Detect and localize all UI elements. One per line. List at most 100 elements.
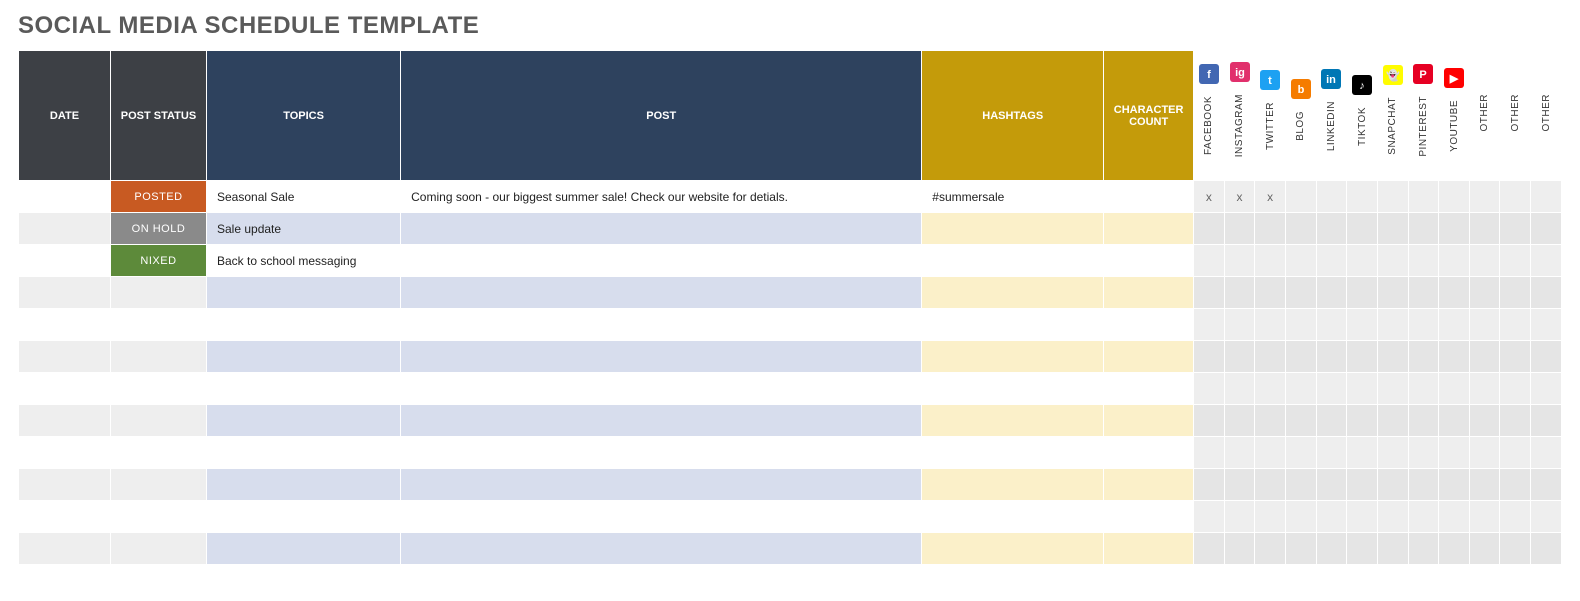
cell-hashtags[interactable]: [922, 469, 1104, 501]
cell-topics[interactable]: [207, 309, 401, 341]
cell-platform-other1[interactable]: [1469, 469, 1500, 501]
cell-platform-youtube[interactable]: [1439, 245, 1470, 277]
cell-platform-facebook[interactable]: [1194, 437, 1225, 469]
cell-platform-snapchat[interactable]: [1377, 373, 1408, 405]
cell-platform-pinterest[interactable]: [1408, 341, 1439, 373]
cell-platform-linkedin[interactable]: [1316, 309, 1347, 341]
cell-platform-pinterest[interactable]: [1408, 501, 1439, 533]
cell-platform-other1[interactable]: [1469, 309, 1500, 341]
cell-platform-other1[interactable]: [1469, 213, 1500, 245]
cell-platform-other1[interactable]: [1469, 373, 1500, 405]
cell-platform-instagram[interactable]: [1224, 373, 1255, 405]
cell-status[interactable]: [110, 277, 206, 309]
cell-platform-snapchat[interactable]: [1377, 245, 1408, 277]
cell-platform-facebook[interactable]: [1194, 245, 1225, 277]
cell-platform-linkedin[interactable]: [1316, 373, 1347, 405]
cell-platform-blog[interactable]: [1286, 245, 1317, 277]
cell-status[interactable]: NIXED: [110, 245, 206, 277]
cell-count[interactable]: [1104, 309, 1194, 341]
cell-post[interactable]: [401, 533, 922, 565]
cell-status[interactable]: [110, 341, 206, 373]
cell-count[interactable]: [1104, 437, 1194, 469]
cell-status[interactable]: [110, 469, 206, 501]
cell-platform-instagram[interactable]: [1224, 309, 1255, 341]
cell-platform-other3[interactable]: [1531, 373, 1562, 405]
cell-platform-tiktok[interactable]: [1347, 405, 1378, 437]
cell-platform-other2[interactable]: [1500, 213, 1531, 245]
cell-post[interactable]: [401, 309, 922, 341]
cell-post[interactable]: [401, 437, 922, 469]
cell-platform-snapchat[interactable]: [1377, 213, 1408, 245]
cell-platform-linkedin[interactable]: [1316, 245, 1347, 277]
cell-platform-youtube[interactable]: [1439, 277, 1470, 309]
cell-platform-other3[interactable]: [1531, 181, 1562, 213]
cell-date[interactable]: [19, 245, 111, 277]
cell-platform-other3[interactable]: [1531, 469, 1562, 501]
cell-platform-other2[interactable]: [1500, 533, 1531, 565]
cell-platform-tiktok[interactable]: [1347, 469, 1378, 501]
cell-count[interactable]: [1104, 469, 1194, 501]
cell-platform-other2[interactable]: [1500, 181, 1531, 213]
cell-platform-other2[interactable]: [1500, 245, 1531, 277]
cell-count[interactable]: [1104, 405, 1194, 437]
cell-platform-instagram[interactable]: [1224, 245, 1255, 277]
cell-status[interactable]: [110, 309, 206, 341]
cell-count[interactable]: [1104, 181, 1194, 213]
cell-platform-blog[interactable]: [1286, 213, 1317, 245]
cell-platform-facebook[interactable]: [1194, 373, 1225, 405]
cell-platform-other3[interactable]: [1531, 501, 1562, 533]
cell-platform-linkedin[interactable]: [1316, 213, 1347, 245]
cell-platform-twitter[interactable]: [1255, 245, 1286, 277]
cell-platform-linkedin[interactable]: [1316, 405, 1347, 437]
cell-platform-tiktok[interactable]: [1347, 181, 1378, 213]
cell-platform-youtube[interactable]: [1439, 437, 1470, 469]
cell-platform-blog[interactable]: [1286, 309, 1317, 341]
cell-platform-linkedin[interactable]: [1316, 181, 1347, 213]
cell-platform-facebook[interactable]: [1194, 533, 1225, 565]
cell-platform-linkedin[interactable]: [1316, 437, 1347, 469]
cell-platform-pinterest[interactable]: [1408, 469, 1439, 501]
cell-platform-other1[interactable]: [1469, 405, 1500, 437]
cell-platform-blog[interactable]: [1286, 405, 1317, 437]
cell-platform-other3[interactable]: [1531, 245, 1562, 277]
cell-platform-other1[interactable]: [1469, 437, 1500, 469]
cell-platform-twitter[interactable]: [1255, 501, 1286, 533]
cell-post[interactable]: Coming soon - our biggest summer sale! C…: [401, 181, 922, 213]
cell-platform-facebook[interactable]: [1194, 309, 1225, 341]
cell-post[interactable]: [401, 501, 922, 533]
cell-platform-twitter[interactable]: [1255, 533, 1286, 565]
cell-platform-instagram[interactable]: [1224, 277, 1255, 309]
cell-date[interactable]: [19, 309, 111, 341]
cell-hashtags[interactable]: [922, 341, 1104, 373]
cell-platform-facebook[interactable]: [1194, 469, 1225, 501]
cell-platform-tiktok[interactable]: [1347, 437, 1378, 469]
cell-hashtags[interactable]: [922, 437, 1104, 469]
cell-topics[interactable]: Sale update: [207, 213, 401, 245]
cell-platform-linkedin[interactable]: [1316, 533, 1347, 565]
cell-platform-other3[interactable]: [1531, 533, 1562, 565]
cell-platform-instagram[interactable]: [1224, 341, 1255, 373]
cell-platform-instagram[interactable]: [1224, 469, 1255, 501]
cell-post[interactable]: [401, 373, 922, 405]
cell-date[interactable]: [19, 213, 111, 245]
cell-hashtags[interactable]: [922, 309, 1104, 341]
cell-platform-blog[interactable]: [1286, 373, 1317, 405]
cell-platform-twitter[interactable]: [1255, 469, 1286, 501]
cell-platform-other1[interactable]: [1469, 501, 1500, 533]
cell-platform-twitter[interactable]: [1255, 341, 1286, 373]
cell-topics[interactable]: Back to school messaging: [207, 245, 401, 277]
cell-platform-other3[interactable]: [1531, 341, 1562, 373]
cell-platform-linkedin[interactable]: [1316, 277, 1347, 309]
cell-platform-twitter[interactable]: [1255, 213, 1286, 245]
cell-platform-tiktok[interactable]: [1347, 309, 1378, 341]
cell-platform-other1[interactable]: [1469, 533, 1500, 565]
cell-hashtags[interactable]: [922, 501, 1104, 533]
cell-date[interactable]: [19, 437, 111, 469]
cell-topics[interactable]: [207, 373, 401, 405]
cell-hashtags[interactable]: [922, 373, 1104, 405]
cell-platform-instagram[interactable]: [1224, 533, 1255, 565]
cell-hashtags[interactable]: [922, 533, 1104, 565]
cell-topics[interactable]: [207, 533, 401, 565]
cell-platform-twitter[interactable]: x: [1255, 181, 1286, 213]
cell-platform-other3[interactable]: [1531, 437, 1562, 469]
